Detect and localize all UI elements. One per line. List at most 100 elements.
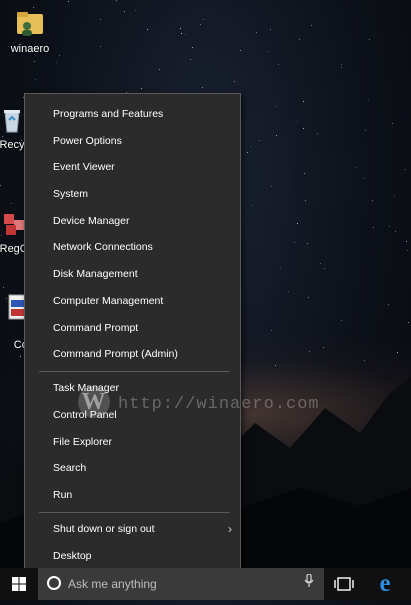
star (308, 297, 309, 298)
star (35, 79, 36, 80)
menu-item-event-viewer[interactable]: Event Viewer (25, 154, 240, 180)
desktop-icon-label: winaero (10, 43, 50, 55)
star (240, 50, 241, 51)
user-folder-icon (14, 8, 46, 40)
star (392, 123, 393, 124)
star (406, 241, 407, 242)
menu-item-command-prompt-admin[interactable]: Command Prompt (Admin) (25, 341, 240, 367)
star (365, 130, 366, 131)
star (355, 167, 356, 168)
cortana-search-box[interactable]: Ask me anything (38, 568, 324, 600)
star (190, 59, 191, 60)
search-placeholder: Ask me anything (68, 577, 157, 591)
star (317, 133, 318, 134)
star (324, 268, 325, 269)
star (180, 28, 181, 29)
menu-item-command-prompt[interactable]: Command Prompt (25, 315, 240, 341)
star (185, 34, 186, 35)
menu-item-computer-management[interactable]: Computer Management (25, 288, 240, 314)
menu-item-task-manager[interactable]: Task Manager (25, 375, 240, 401)
star (299, 39, 300, 40)
star (288, 291, 289, 292)
star (369, 39, 370, 40)
star (259, 140, 260, 141)
star (256, 32, 257, 33)
star (276, 106, 277, 107)
star (363, 178, 364, 179)
star (124, 11, 125, 12)
star (147, 29, 148, 30)
star (294, 242, 295, 243)
menu-item-power-options[interactable]: Power Options (25, 128, 240, 154)
star (116, 0, 117, 1)
star (405, 169, 406, 170)
winx-context-menu: Programs and Features Power Options Even… (24, 93, 241, 576)
task-view-icon[interactable] (334, 576, 354, 592)
menu-item-run[interactable]: Run (25, 482, 240, 508)
edge-icon[interactable]: e (372, 571, 398, 596)
star (341, 67, 342, 68)
star (305, 200, 306, 201)
star (141, 88, 142, 89)
star (341, 320, 342, 321)
menu-item-shut-down-or-sign-out[interactable]: Shut down or sign out › (25, 516, 240, 542)
star (372, 200, 373, 201)
star (247, 152, 248, 153)
star (341, 64, 342, 65)
star (408, 322, 409, 323)
star (394, 195, 395, 196)
star (271, 186, 272, 187)
star (203, 19, 204, 20)
search-circle-icon (47, 576, 61, 590)
star (202, 87, 203, 88)
menu-item-programs-and-features[interactable]: Programs and Features (25, 101, 240, 127)
star (276, 135, 277, 136)
star (59, 55, 60, 56)
star (0, 185, 1, 186)
star (278, 64, 279, 65)
menu-item-search[interactable]: Search (25, 455, 240, 481)
star (192, 47, 193, 48)
menu-item-device-manager[interactable]: Device Manager (25, 208, 240, 234)
microphone-icon[interactable] (304, 568, 314, 600)
star (395, 231, 396, 232)
taskbar: Ask me anything e (0, 568, 411, 600)
star (135, 10, 136, 11)
desktop-icon-winaero[interactable]: winaero (0, 8, 60, 55)
chevron-right-icon: › (228, 522, 232, 536)
menu-item-network-connections[interactable]: Network Connections (25, 234, 240, 260)
star (34, 61, 35, 62)
menu-item-control-panel[interactable]: Control Panel (25, 402, 240, 428)
star (250, 146, 251, 147)
star (303, 128, 304, 129)
star (181, 33, 182, 34)
menu-item-desktop[interactable]: Desktop (25, 543, 240, 569)
star (159, 69, 160, 70)
menu-item-label: Shut down or sign out (53, 523, 155, 535)
star (270, 29, 271, 30)
menu-separator (39, 512, 230, 513)
menu-item-file-explorer[interactable]: File Explorer (25, 429, 240, 455)
menu-separator (39, 371, 230, 372)
menu-item-system[interactable]: System (25, 181, 240, 207)
star (303, 101, 304, 102)
star (373, 227, 374, 228)
star (389, 226, 390, 227)
menu-item-disk-management[interactable]: Disk Management (25, 261, 240, 287)
star (68, 1, 69, 2)
start-button[interactable] (0, 568, 38, 600)
star (368, 100, 369, 101)
star (388, 304, 389, 305)
star (252, 205, 253, 206)
star (11, 203, 12, 204)
star (304, 173, 305, 174)
star (100, 19, 101, 20)
star (100, 46, 101, 47)
star (268, 51, 269, 52)
star (297, 223, 298, 224)
star (200, 24, 201, 25)
star (307, 243, 308, 244)
windows-logo-icon (12, 577, 26, 591)
star (407, 250, 408, 251)
star (280, 268, 281, 269)
